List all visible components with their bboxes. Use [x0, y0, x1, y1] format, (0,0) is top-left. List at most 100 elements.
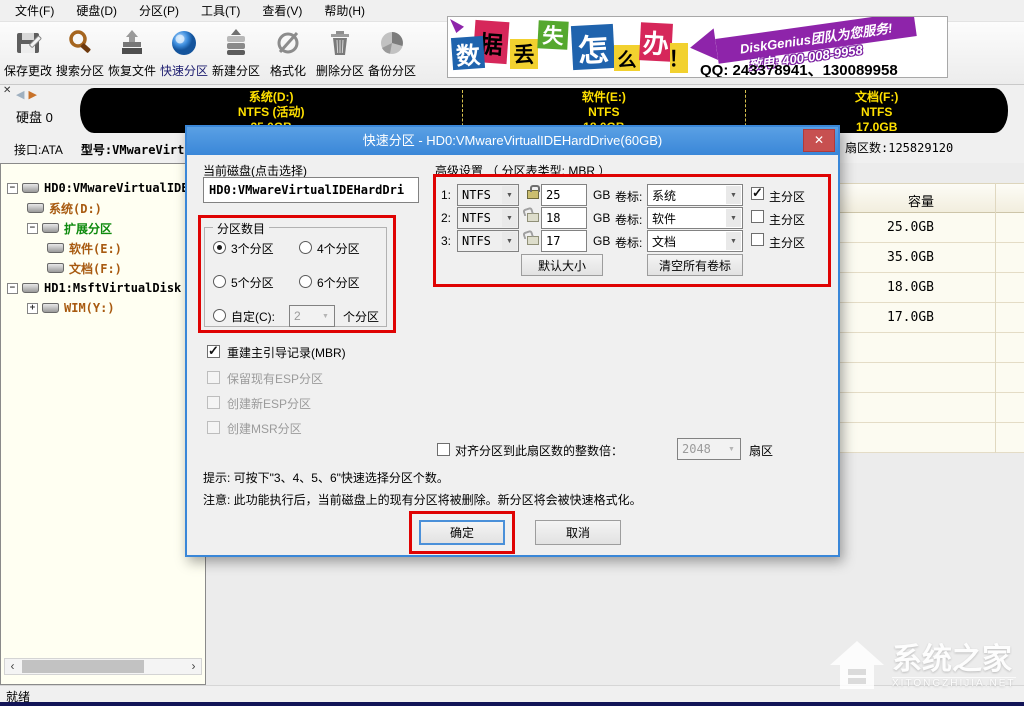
- bottom-accent-line: [0, 702, 1024, 706]
- row2-fs-select[interactable]: NTFS ▼: [457, 207, 519, 229]
- partition-fs: NTFS: [462, 105, 745, 120]
- rebuild-mbr-label[interactable]: 重建主引导记录(MBR): [227, 344, 346, 361]
- ad-tile: 数: [451, 36, 485, 70]
- scrollbar-thumb[interactable]: [22, 660, 144, 673]
- tree-item-wim[interactable]: + WIM(Y:): [1, 298, 205, 318]
- row3-unit: GB: [593, 234, 610, 248]
- radio-5-partitions[interactable]: [213, 275, 226, 288]
- row3-primary-label[interactable]: 主分区: [769, 234, 805, 251]
- scroll-left-icon[interactable]: ‹: [5, 659, 20, 674]
- tree-item-label: HD1:MsftVirtualDisk: [44, 281, 181, 295]
- current-disk-field[interactable]: HD0:VMwareVirtualIDEHardDri: [203, 177, 419, 203]
- dialog-close-button[interactable]: ✕: [803, 129, 835, 152]
- recover-files-button[interactable]: 恢复文件: [106, 23, 158, 83]
- collapse-icon[interactable]: −: [27, 223, 38, 234]
- row2-primary-checkbox[interactable]: [751, 210, 764, 223]
- row1-primary-label[interactable]: 主分区: [769, 188, 805, 205]
- disk-icon: [22, 183, 39, 193]
- row1-volume-select[interactable]: 系统 ▼: [647, 184, 743, 206]
- radio-4-partitions[interactable]: [299, 241, 312, 254]
- row2-unlock-icon[interactable]: [527, 213, 539, 222]
- disk-icon: [47, 263, 64, 273]
- row2-primary-label[interactable]: 主分区: [769, 211, 805, 228]
- partition-fs: NTFS: [745, 105, 1008, 120]
- tree-item-software[interactable]: 软件(E:): [1, 238, 205, 258]
- new-partition-icon: [221, 28, 251, 61]
- row3-volume-select[interactable]: 文档 ▼: [647, 230, 743, 252]
- horizontal-scrollbar[interactable]: ‹ ›: [4, 658, 202, 675]
- radio-custom-label[interactable]: 自定(C):: [231, 308, 275, 325]
- row2-size-input[interactable]: 18: [541, 207, 587, 229]
- custom-count-suffix: 个分区: [343, 308, 379, 325]
- align-label[interactable]: 对齐分区到此扇区数的整数倍：: [455, 442, 623, 459]
- tree-item-system[interactable]: 系统(D:): [1, 198, 205, 218]
- quick-partition-button[interactable]: 快速分区: [158, 23, 210, 83]
- backup-partition-button[interactable]: 备份分区: [366, 23, 418, 83]
- menu-disk[interactable]: 硬盘(D): [65, 0, 128, 22]
- radio-6-partitions[interactable]: [299, 275, 312, 288]
- search-partition-button[interactable]: 搜索分区: [54, 23, 106, 83]
- menu-partition[interactable]: 分区(P): [128, 0, 190, 22]
- default-size-button[interactable]: 默认大小: [521, 254, 603, 276]
- chevron-down-icon: ▼: [724, 440, 739, 458]
- tree-item-hd1[interactable]: − HD1:MsftVirtualDisk: [1, 278, 205, 298]
- tree-item-hd0[interactable]: − HD0:VMwareVirtualIDE: [1, 178, 205, 198]
- menu-file[interactable]: 文件(F): [4, 0, 65, 22]
- collapse-icon[interactable]: −: [7, 183, 18, 194]
- ok-button[interactable]: 确定: [419, 520, 505, 545]
- row3-index: 3:: [441, 234, 451, 248]
- disk-nav-arrows: ◀▶: [16, 88, 41, 101]
- row3-size-input[interactable]: 17: [541, 230, 587, 252]
- radio-custom-partitions[interactable]: [213, 309, 226, 322]
- disk-icon: [42, 303, 59, 313]
- radio-6-label[interactable]: 6个分区: [317, 274, 360, 291]
- prev-disk-icon[interactable]: ◀: [16, 89, 28, 101]
- format-icon: [273, 28, 303, 61]
- format-button[interactable]: 格式化: [262, 23, 314, 83]
- save-changes-button[interactable]: 保存更改: [2, 23, 54, 83]
- tree-item-document[interactable]: 文档(F:): [1, 258, 205, 278]
- chevron-down-icon: ▼: [502, 209, 517, 227]
- row1-fs-select[interactable]: NTFS ▼: [457, 184, 519, 206]
- row1-primary-checkbox[interactable]: [751, 187, 764, 200]
- radio-3-partitions[interactable]: [213, 241, 226, 254]
- cancel-button[interactable]: 取消: [535, 520, 621, 545]
- ad-tile: 么: [614, 45, 640, 71]
- custom-count-value: 2: [294, 309, 301, 323]
- row1-lock-icon[interactable]: [527, 190, 539, 199]
- save-disk-icon: [13, 28, 43, 61]
- next-disk-icon[interactable]: ▶: [28, 89, 40, 101]
- collapse-icon[interactable]: −: [7, 283, 18, 294]
- row3-fs-select[interactable]: NTFS ▼: [457, 230, 519, 252]
- rebuild-mbr-checkbox[interactable]: [207, 345, 220, 358]
- row2-unit: GB: [593, 211, 610, 225]
- align-checkbox[interactable]: [437, 443, 450, 456]
- radio-5-label[interactable]: 5个分区: [231, 274, 274, 291]
- expand-icon[interactable]: +: [27, 303, 38, 314]
- tool-label: 格式化: [270, 62, 306, 79]
- radio-3-label[interactable]: 3个分区: [231, 240, 274, 257]
- keep-esp-label: 保留现有ESP分区: [227, 370, 323, 387]
- tree-item-extended[interactable]: − 扩展分区: [1, 218, 205, 238]
- scroll-right-icon[interactable]: ›: [186, 659, 201, 674]
- menu-help[interactable]: 帮助(H): [313, 0, 376, 22]
- menu-tools[interactable]: 工具(T): [190, 0, 251, 22]
- new-partition-button[interactable]: 新建分区: [210, 23, 262, 83]
- tool-label: 恢复文件: [108, 62, 156, 79]
- clear-labels-button[interactable]: 清空所有卷标: [647, 254, 743, 276]
- radio-4-label[interactable]: 4个分区: [317, 240, 360, 257]
- row2-volume-select[interactable]: 软件 ▼: [647, 207, 743, 229]
- quick-partition-dialog: 快速分区 - HD0:VMwareVirtualIDEHardDrive(60G…: [185, 125, 840, 557]
- delete-partition-button[interactable]: 删除分区: [314, 23, 366, 83]
- row3-unlock-icon[interactable]: [527, 236, 539, 245]
- tool-label: 搜索分区: [56, 62, 104, 79]
- menu-view[interactable]: 查看(V): [251, 0, 313, 22]
- tree-item-label: 系统(D:): [49, 200, 102, 217]
- disk-nav-label: 硬盘 0: [16, 107, 53, 126]
- row1-size-input[interactable]: 25: [541, 184, 587, 206]
- row3-primary-checkbox[interactable]: [751, 233, 764, 246]
- panel-close-icon[interactable]: ✕: [3, 85, 11, 96]
- recover-files-icon: [117, 28, 147, 61]
- align-sectors-select: 2048 ▼: [677, 438, 741, 460]
- align-unit: 扇区: [749, 442, 773, 459]
